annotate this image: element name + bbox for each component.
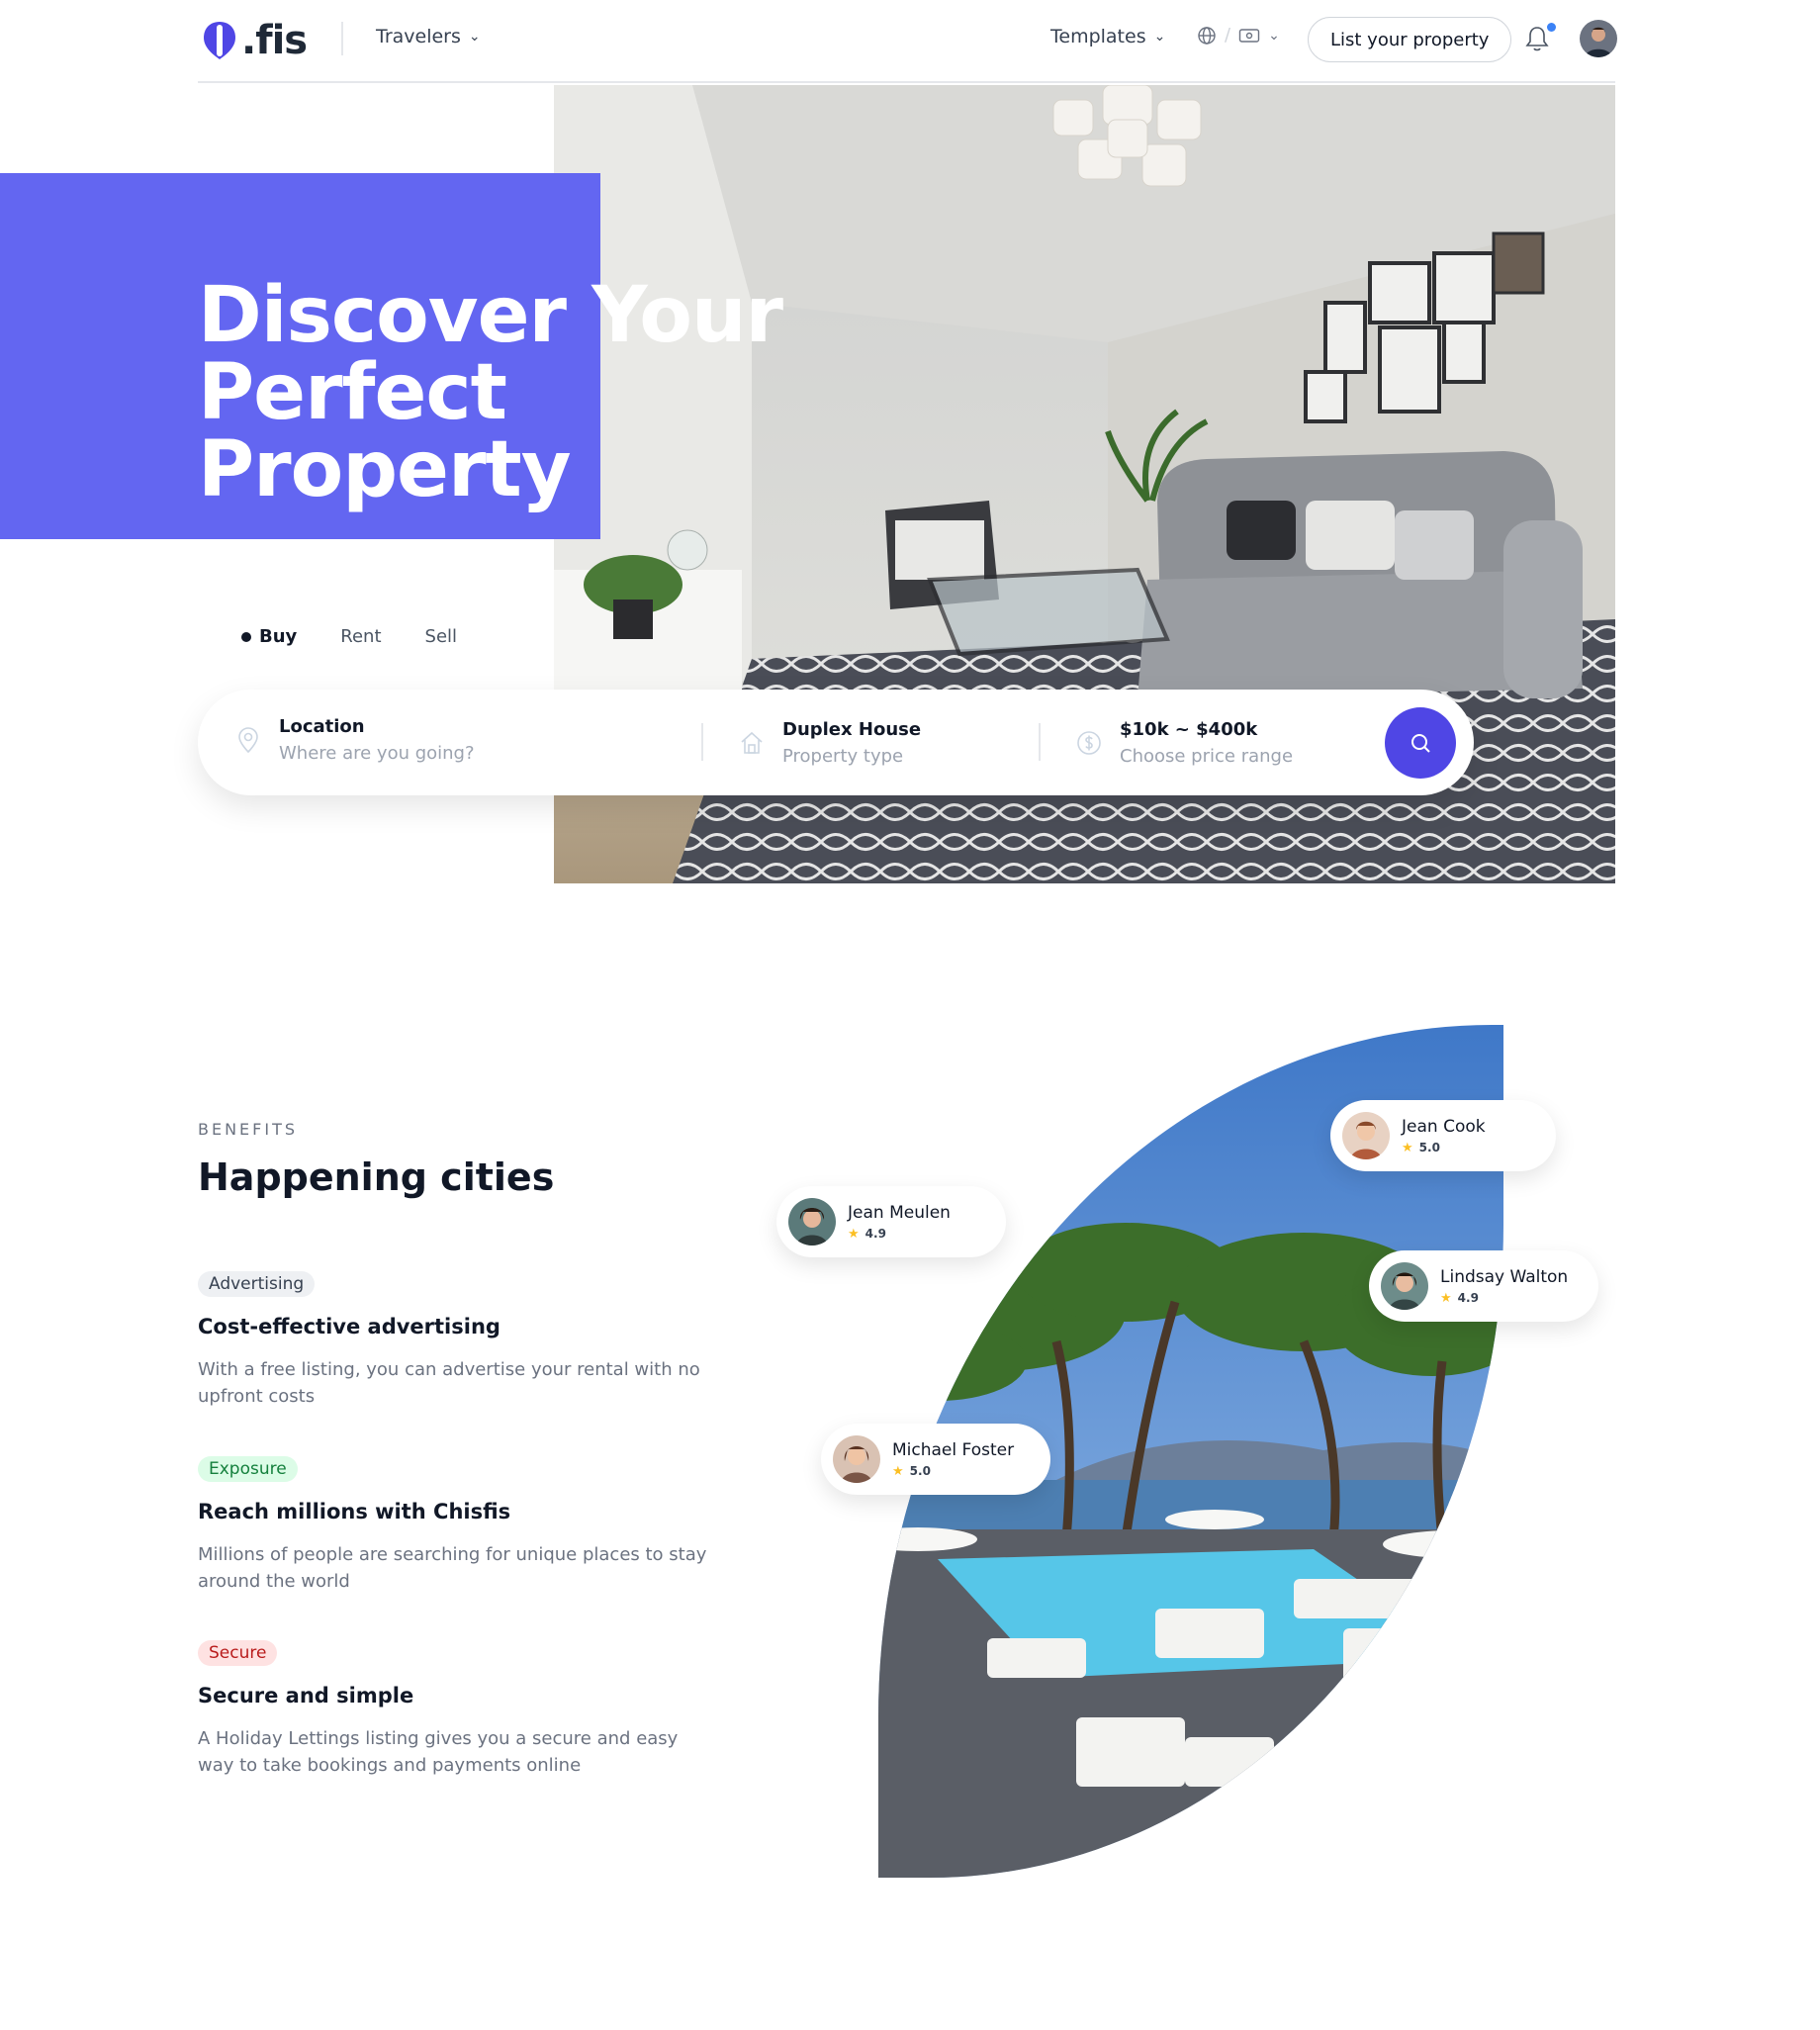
star-icon: ★ [848, 1226, 860, 1242]
reviewer-card[interactable]: Jean Cook ★ 5.0 [1330, 1100, 1556, 1171]
reviewer-name: Lindsay Walton [1440, 1266, 1569, 1287]
logo-text: .fis [241, 18, 308, 63]
active-dot-icon [241, 631, 251, 642]
benefit-text: A Holiday Lettings listing gives you a s… [198, 1728, 679, 1776]
chevron-down-icon: ⌄ [1153, 29, 1166, 45]
globe-icon [1198, 26, 1216, 45]
benefit-item: Exposure Reach millions with Chisfis Mil… [198, 1456, 712, 1595]
travelers-dropdown[interactable]: Travelers ⌄ [376, 26, 481, 47]
benefit-item: Advertising Cost-effective advertising W… [198, 1271, 712, 1410]
location-pin-icon [238, 727, 258, 754]
reviewer-card[interactable]: Jean Meulen ★ 4.9 [776, 1186, 1006, 1257]
rating-value: 5.0 [1418, 1141, 1440, 1154]
dollar-icon [1077, 731, 1101, 755]
tab-sell[interactable]: Sell [425, 626, 458, 647]
star-icon: ★ [892, 1463, 904, 1479]
logo[interactable]: .fis [202, 18, 308, 63]
benefit-badge: Advertising [198, 1271, 316, 1297]
separator-slash: / [1225, 25, 1231, 46]
tab-sell-label: Sell [424, 626, 458, 647]
star-icon: ★ [1402, 1140, 1413, 1155]
templates-dropdown[interactable]: Templates ⌄ [1050, 26, 1165, 47]
location-field[interactable]: Location Where are you going? [235, 716, 475, 764]
price-range-field[interactable]: $10k ~ $400k Choose price range [1076, 719, 1293, 767]
top-navbar: .fis Travelers ⌄ Templates ⌄ / ⌄ List yo… [198, 0, 1617, 83]
reviewer-name: Michael Foster [892, 1439, 1015, 1460]
benefit-title: Cost-effective advertising [198, 1315, 500, 1338]
notification-dot [1547, 23, 1556, 32]
rating-value: 4.9 [864, 1227, 886, 1241]
star-icon: ★ [1440, 1290, 1452, 1306]
reviewer-rating: ★ 4.9 [848, 1227, 951, 1242]
tab-buy[interactable]: Buy [241, 626, 297, 647]
list-property-button[interactable]: List your property [1308, 17, 1512, 62]
reviewer-rating: ★ 5.0 [892, 1464, 1014, 1479]
search-icon [1411, 734, 1430, 753]
price-range-label: $10k ~ $400k [1120, 719, 1258, 740]
templates-label: Templates [1050, 26, 1146, 47]
chevron-down-icon: ⌄ [1268, 27, 1280, 44]
reviewer-card[interactable]: Lindsay Walton ★ 4.9 [1369, 1250, 1598, 1322]
reviewer-card[interactable]: Michael Foster ★ 5.0 [821, 1424, 1050, 1495]
section-eyebrow: BENEFITS [198, 1120, 299, 1139]
reviewer-name: Jean Meulen [848, 1202, 951, 1223]
benefit-title: Reach millions with Chisfis [198, 1500, 511, 1523]
chevron-down-icon: ⌄ [468, 29, 481, 45]
travelers-label: Travelers [376, 26, 461, 47]
benefit-badge: Exposure [198, 1456, 298, 1482]
benefit-item: Secure Secure and simple A Holiday Letti… [198, 1640, 712, 1779]
avatar [833, 1435, 880, 1483]
benefit-title: Secure and simple [198, 1684, 414, 1707]
location-placeholder: Where are you going? [279, 743, 475, 764]
logo-mark-icon [204, 22, 235, 59]
rating-value: 4.9 [1457, 1291, 1479, 1305]
tab-rent[interactable]: Rent [340, 626, 381, 647]
hero-title: Discover Your Perfect Property [198, 277, 890, 508]
reviewer-name: Jean Cook [1402, 1116, 1486, 1137]
tab-rent-label: Rent [340, 626, 382, 647]
avatar [1381, 1262, 1428, 1310]
search-divider [701, 723, 703, 761]
user-avatar[interactable] [1580, 20, 1617, 57]
property-type-field[interactable]: Duplex House Property type [739, 719, 921, 767]
section-title: Happening cities [198, 1155, 555, 1199]
house-icon [741, 731, 763, 754]
benefit-badge: Secure [198, 1640, 278, 1666]
reviewer-rating: ★ 5.0 [1402, 1141, 1486, 1155]
language-currency-selector[interactable]: / ⌄ [1197, 25, 1280, 46]
benefit-text: With a free listing, you can advertise y… [198, 1359, 700, 1407]
search-button[interactable] [1385, 707, 1456, 779]
property-type-label: Duplex House [782, 719, 922, 740]
price-range-sub: Choose price range [1120, 746, 1294, 767]
location-label: Location [279, 716, 365, 737]
avatar [1342, 1112, 1390, 1159]
reviewer-rating: ★ 4.9 [1440, 1291, 1568, 1306]
property-type-sub: Property type [782, 746, 904, 767]
header-divider [341, 22, 343, 55]
rating-value: 5.0 [909, 1464, 931, 1478]
avatar [788, 1198, 836, 1246]
banknote-icon [1238, 28, 1260, 43]
listing-type-tabs: Buy Rent Sell [241, 626, 457, 647]
search-divider [1039, 723, 1041, 761]
hero-title-line-2: Perfect Property [198, 348, 572, 514]
property-search-bar: Location Where are you going? Duplex Hou… [198, 690, 1474, 795]
benefit-text: Millions of people are searching for uni… [198, 1544, 707, 1592]
hero-title-line-1: Discover Your [198, 271, 783, 360]
tab-buy-label: Buy [259, 626, 298, 647]
